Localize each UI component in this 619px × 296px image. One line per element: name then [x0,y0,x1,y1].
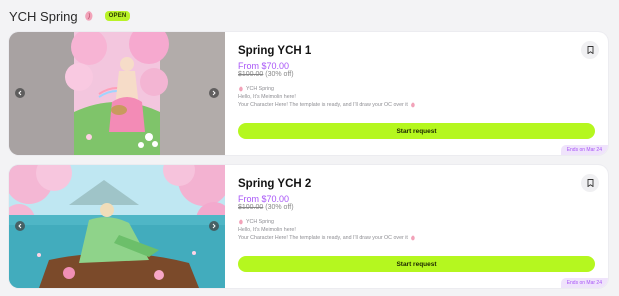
sakura-petal-icon [84,11,93,21]
original-price: $100.00 (30% off) [238,204,294,211]
original-price: $100.00 (30% off) [238,71,294,78]
start-request-button[interactable]: Start request [238,123,595,139]
card-title: Spring YCH 2 [238,178,312,190]
artwork-carousel[interactable] [9,32,225,155]
status-badge: OPEN [104,11,131,21]
card-content: Spring YCH 2 From $70.00 $100.00 (30% of… [238,165,608,288]
ych-card-2[interactable]: Spring YCH 2 From $70.00 $100.00 (30% of… [9,165,608,288]
chevron-left-icon [18,90,22,96]
carousel-prev-button[interactable] [15,88,25,98]
bookmark-button[interactable] [581,41,599,59]
chevron-left-icon [18,223,22,229]
ends-date-badge: Ends on Mar 24 [560,278,608,288]
chevron-right-icon [212,90,216,96]
carousel-next-button[interactable] [209,88,219,98]
strikethrough-price: $100.00 [238,71,264,78]
card-content: Spring YCH 1 From $70.00 $100.00 (30% of… [238,32,608,155]
description-line-2: Your Character Here! The template is rea… [238,102,408,108]
ych-card-1[interactable]: Spring YCH 1 From $70.00 $100.00 (30% of… [9,32,608,155]
description-line-2: Your Character Here! The template is rea… [238,235,408,241]
card-meta: YCH Spring Hello, It's Meimolin here! Yo… [238,85,416,109]
strikethrough-price: $100.00 [238,204,264,211]
sakura-petal-icon [239,219,243,225]
description-line-1: Hello, It's Meimolin here! [238,227,296,233]
artwork-carousel[interactable] [9,165,225,288]
carousel-next-button[interactable] [209,221,219,231]
page-header: YCH Spring OPEN [9,8,131,24]
description-line-1: Hello, It's Meimolin here! [238,94,296,100]
bookmark-button[interactable] [581,174,599,192]
artwork-image [9,165,225,288]
sakura-petal-icon [411,102,415,108]
card-meta: YCH Spring Hello, It's Meimolin here! Yo… [238,218,416,242]
bookmark-icon [587,46,593,54]
sakura-petal-icon [411,235,415,241]
ends-date-badge: Ends on Mar 24 [560,145,608,155]
sakura-petal-icon [239,86,243,92]
chevron-right-icon [212,223,216,229]
collection-label: YCH Spring [246,86,274,92]
price: From $70.00 [238,61,290,71]
page-title: YCH Spring [9,8,78,24]
card-title: Spring YCH 1 [238,45,312,57]
discount-label: (30% off) [265,204,294,211]
carousel-prev-button[interactable] [15,221,25,231]
discount-label: (30% off) [265,71,294,78]
bookmark-icon [587,179,593,187]
artwork-image [9,32,225,155]
start-request-button[interactable]: Start request [238,256,595,272]
collection-label: YCH Spring [246,219,274,225]
price: From $70.00 [238,194,290,204]
